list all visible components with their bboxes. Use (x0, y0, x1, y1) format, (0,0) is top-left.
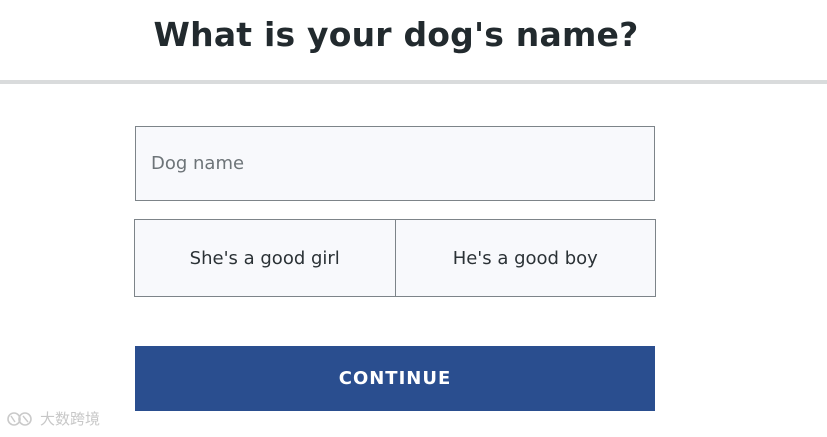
dog-name-input[interactable] (135, 126, 655, 201)
good-girl-option[interactable]: She's a good girl (135, 220, 395, 296)
watermark: 大数跨境 (6, 408, 100, 429)
header-divider (0, 80, 827, 84)
watermark-text: 大数跨境 (40, 410, 101, 428)
good-boy-option[interactable]: He's a good boy (394, 220, 656, 296)
page-title: What is your dog's name? (153, 15, 639, 54)
gender-toggle-group: She's a good girl He's a good boy (134, 219, 656, 297)
continue-button[interactable]: CONTINUE (135, 346, 655, 411)
watermark-logo-icon (7, 411, 32, 426)
